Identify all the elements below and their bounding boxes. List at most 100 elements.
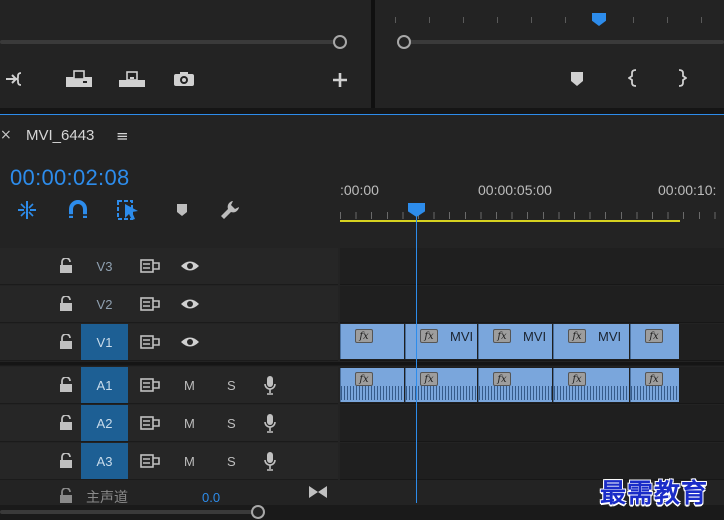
sequence-tab-title[interactable]: MVI_6443 xyxy=(26,127,94,144)
sync-lock-icon[interactable] xyxy=(139,377,161,393)
mark-in-button[interactable] xyxy=(626,68,640,88)
video-audio-divider[interactable] xyxy=(0,362,724,366)
track-label[interactable]: A1 xyxy=(81,378,128,393)
fx-badge: fx xyxy=(493,329,511,343)
solo-button[interactable]: S xyxy=(227,378,236,393)
audio-waveform xyxy=(341,386,404,400)
panel-menu-icon[interactable]: ≡ xyxy=(116,127,129,145)
track-header-a2: A2 M S xyxy=(0,405,338,442)
track-header-a3: A3 M S xyxy=(0,443,338,480)
audio-waveform xyxy=(631,386,679,400)
microphone-icon[interactable] xyxy=(262,451,278,471)
program-ruler[interactable] xyxy=(395,17,724,23)
lock-icon[interactable] xyxy=(58,296,74,312)
overwrite-lift-icon xyxy=(66,70,92,87)
fx-badge: fx xyxy=(645,372,663,386)
lock-icon[interactable] xyxy=(58,258,74,274)
solo-button[interactable]: S xyxy=(227,454,236,469)
ripple-snap-tool[interactable] xyxy=(15,198,39,222)
video-clip[interactable]: fx MVI xyxy=(478,324,552,359)
add-marker-icon xyxy=(177,204,187,216)
track-label[interactable]: A2 xyxy=(81,416,128,431)
close-tab-icon[interactable]: × xyxy=(0,127,12,143)
eye-icon[interactable] xyxy=(179,334,201,350)
audio-waveform xyxy=(554,386,629,400)
master-track-label: 主声道 xyxy=(86,490,128,506)
source-zoom-handle[interactable] xyxy=(333,35,347,49)
camera-button[interactable] xyxy=(172,69,196,89)
mute-button[interactable]: M xyxy=(184,378,195,393)
timeline-settings-tool[interactable] xyxy=(218,198,242,222)
magnet-icon xyxy=(69,200,87,218)
audio-clip[interactable]: fx xyxy=(553,368,629,402)
master-volume-value[interactable]: 0.0 xyxy=(202,490,220,505)
snap-tool[interactable] xyxy=(66,198,90,222)
time-ruler[interactable] xyxy=(340,212,724,219)
playhead-line[interactable] xyxy=(416,213,417,503)
program-zoom-handle[interactable] xyxy=(397,35,411,49)
fx-badge: fx xyxy=(355,372,373,386)
track-row-v3[interactable] xyxy=(340,248,724,285)
sync-lock-icon[interactable] xyxy=(139,334,161,350)
insert-button[interactable] xyxy=(4,68,28,90)
sync-lock-icon[interactable] xyxy=(139,258,161,274)
audio-clip[interactable]: fx xyxy=(478,368,552,402)
ruler-label-10s: 00:00:10: xyxy=(658,182,717,198)
clip-name: MVI xyxy=(523,329,547,344)
add-marker-button[interactable] xyxy=(569,70,585,88)
microphone-icon[interactable] xyxy=(262,413,278,433)
timeline-zoom-scrollbar[interactable] xyxy=(0,510,258,514)
source-monitor-panel xyxy=(0,0,371,108)
lock-icon[interactable] xyxy=(58,377,74,393)
video-clip[interactable]: fx xyxy=(630,324,679,359)
audio-clip[interactable]: fx xyxy=(340,368,404,402)
sync-lock-icon[interactable] xyxy=(139,415,161,431)
wrench-icon xyxy=(221,201,239,219)
plus-icon xyxy=(333,73,347,87)
track-row-a2[interactable] xyxy=(340,405,724,442)
eye-icon[interactable] xyxy=(179,296,201,312)
mark-out-icon xyxy=(678,69,687,87)
source-zoom-scrollbar[interactable] xyxy=(0,40,340,44)
export-frame-button[interactable] xyxy=(117,68,147,90)
add-marker-tool[interactable] xyxy=(170,198,194,222)
sync-lock-icon[interactable] xyxy=(139,453,161,469)
track-label[interactable]: V3 xyxy=(81,259,128,274)
program-zoom-scrollbar[interactable] xyxy=(404,40,724,44)
track-label[interactable]: A3 xyxy=(81,454,128,469)
track-label[interactable]: V1 xyxy=(81,335,128,350)
work-area-bar[interactable] xyxy=(340,220,680,222)
mark-out-button[interactable] xyxy=(675,68,689,88)
overwrite-button[interactable] xyxy=(64,68,94,90)
export-frame-icon xyxy=(119,71,145,87)
lock-icon[interactable] xyxy=(58,488,74,504)
marker-icon xyxy=(571,72,583,86)
video-clip[interactable]: fx MVI xyxy=(553,324,629,359)
lock-icon[interactable] xyxy=(58,453,74,469)
clip-name: MVI xyxy=(598,329,622,344)
ripple-snap-icon xyxy=(18,201,36,219)
microphone-icon[interactable] xyxy=(262,375,278,395)
eye-icon[interactable] xyxy=(179,258,201,274)
solo-button[interactable]: S xyxy=(227,416,236,431)
sync-lock-icon[interactable] xyxy=(139,296,161,312)
insert-icon xyxy=(6,72,22,86)
video-clip[interactable]: fx xyxy=(340,324,404,359)
lock-icon[interactable] xyxy=(58,415,74,431)
fx-badge: fx xyxy=(420,372,438,386)
add-button[interactable] xyxy=(330,70,350,90)
mute-button[interactable]: M xyxy=(184,454,195,469)
camera-icon xyxy=(174,72,194,86)
timeline-zoom-handle[interactable] xyxy=(251,505,265,519)
linked-selection-tool[interactable] xyxy=(116,198,140,222)
audio-clip[interactable]: fx xyxy=(630,368,679,402)
playhead-timecode[interactable]: 00:00:02:08 xyxy=(10,165,130,191)
track-label[interactable]: V2 xyxy=(81,297,128,312)
linked-selection-icon xyxy=(117,200,138,220)
bowtie-icon[interactable] xyxy=(307,484,329,500)
lock-icon[interactable] xyxy=(58,334,74,350)
track-row-v2[interactable] xyxy=(340,286,724,323)
fx-badge: fx xyxy=(568,372,586,386)
fx-badge: fx xyxy=(568,329,586,343)
mute-button[interactable]: M xyxy=(184,416,195,431)
